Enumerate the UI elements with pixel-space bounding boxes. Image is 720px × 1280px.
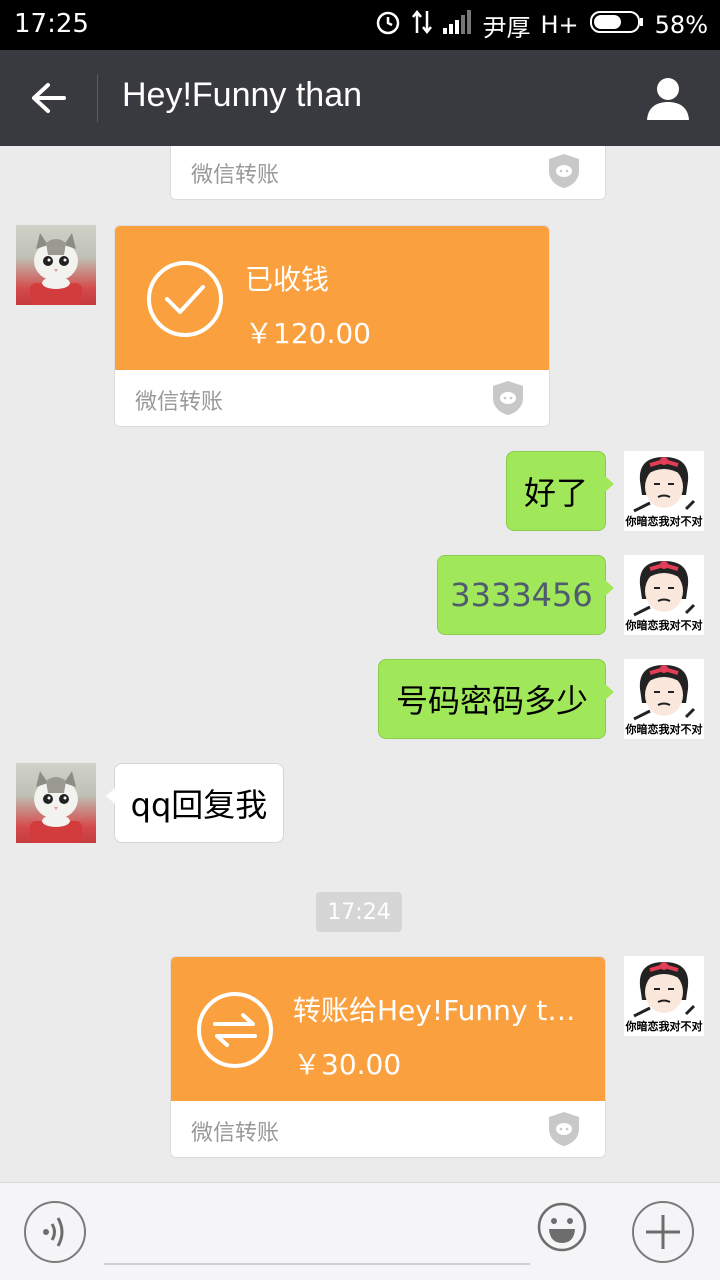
chat-info-button[interactable]	[644, 74, 692, 122]
cat-photo-icon	[30, 771, 82, 843]
transfer-amount: ￥30.00	[293, 1048, 402, 1081]
my-avatar[interactable]: 你暗恋我对不对	[624, 555, 704, 635]
transfer-amount: ￥120.00	[245, 317, 371, 350]
sent-message-bubble[interactable]: 好了	[506, 451, 614, 531]
signal-icon	[442, 10, 473, 40]
message-input[interactable]	[104, 1263, 530, 1265]
meme-face-icon	[633, 962, 696, 1018]
network-label: H+	[540, 11, 579, 39]
person-icon	[647, 78, 689, 120]
voice-input-button[interactable]	[24, 1201, 86, 1263]
alarm-icon	[375, 9, 401, 41]
back-arrow-icon	[32, 83, 66, 113]
message-text: qq回复我	[130, 786, 268, 824]
transfer-footer: 微信转账	[115, 370, 549, 426]
message-text: 好了	[523, 474, 588, 512]
meme-caption: 你暗恋我对不对	[625, 619, 703, 632]
outgoing-transfer-card[interactable]: 转账给Hey!Funny t… ￥30.00 微信转账	[170, 956, 606, 1158]
check-circle-icon	[147, 261, 223, 337]
transfer-body: 转账给Hey!Funny t… ￥30.00	[171, 957, 605, 1103]
transfer-arrows-icon	[197, 992, 273, 1068]
carrier-label: 尹厚	[482, 13, 531, 42]
meme-face-icon	[633, 561, 696, 617]
back-button[interactable]	[20, 72, 76, 124]
battery-percent: 58%	[654, 11, 708, 39]
received-message-bubble[interactable]: qq回复我	[106, 763, 284, 843]
chat-messages[interactable]: 微信转账 已收钱 ￥120.00 微信转账 好了 你暗恋我对不对 3333456…	[0, 146, 720, 1182]
meme-caption: 你暗恋我对不对	[625, 723, 703, 736]
wechat-pay-shield-icon	[549, 154, 579, 188]
transfer-status: 已收钱	[245, 263, 330, 296]
chat-title: Hey!Funny than	[122, 76, 363, 114]
received-transfer-card[interactable]: 已收钱 ￥120.00 微信转账	[114, 225, 550, 427]
contact-avatar[interactable]	[16, 225, 96, 305]
chat-header: Hey!Funny than	[0, 50, 720, 146]
meme-face-icon	[633, 457, 696, 513]
more-actions-button[interactable]	[632, 1201, 694, 1263]
my-avatar[interactable]: 你暗恋我对不对	[624, 956, 704, 1036]
contact-avatar[interactable]	[16, 763, 96, 843]
status-time: 17:25	[14, 9, 89, 39]
message-text: 号码密码多少	[395, 682, 588, 720]
voice-wave-icon	[43, 1217, 64, 1247]
header-divider	[97, 74, 98, 122]
status-bar: 17:25 尹厚 H+ 58%	[0, 0, 720, 50]
wechat-pay-shield-icon	[549, 1112, 579, 1146]
message-timestamp: 17:24	[316, 892, 402, 932]
battery-icon	[589, 9, 645, 41]
input-bar	[0, 1182, 720, 1280]
transfer-footer-label: 微信转账	[191, 1121, 280, 1146]
sent-message-bubble[interactable]: 3333456	[437, 555, 614, 635]
meme-face-icon	[633, 665, 696, 721]
my-avatar[interactable]: 你暗恋我对不对	[624, 451, 704, 531]
data-arrows-icon	[411, 9, 433, 41]
wechat-pay-shield-icon	[493, 381, 523, 415]
cat-photo-icon	[30, 233, 82, 305]
smiley-icon	[537, 1202, 587, 1252]
transfer-recipient: 转账给Hey!Funny t…	[293, 994, 576, 1027]
transfer-card-partial[interactable]: 微信转账	[170, 146, 606, 200]
emoji-button[interactable]	[536, 1201, 588, 1253]
transfer-footer: 微信转账	[171, 146, 605, 199]
sent-message-bubble[interactable]: 号码密码多少	[378, 659, 614, 739]
plus-icon	[646, 1215, 680, 1249]
meme-caption: 你暗恋我对不对	[625, 515, 703, 528]
transfer-footer-label: 微信转账	[191, 163, 280, 188]
my-avatar[interactable]: 你暗恋我对不对	[624, 659, 704, 739]
meme-caption: 你暗恋我对不对	[625, 1020, 703, 1033]
transfer-body: 已收钱 ￥120.00	[115, 226, 549, 372]
transfer-footer-label: 微信转账	[135, 390, 224, 415]
message-text: 3333456	[450, 576, 593, 614]
transfer-footer: 微信转账	[171, 1101, 605, 1157]
